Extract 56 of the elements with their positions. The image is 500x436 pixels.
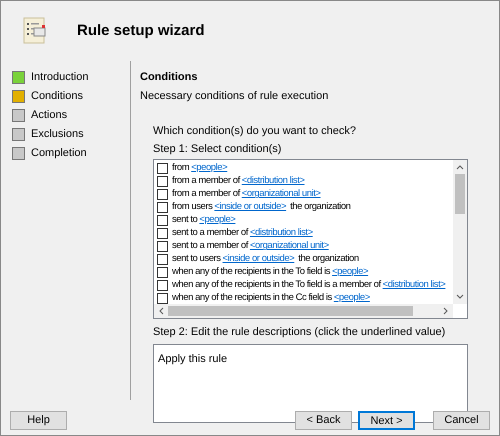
condition-link[interactable]: <people>	[332, 265, 368, 280]
section-title: Conditions	[140, 70, 198, 85]
condition-link[interactable]: <people>	[199, 213, 236, 228]
condition-link[interactable]: <organizational unit>	[242, 187, 321, 202]
checkbox[interactable]	[157, 280, 168, 291]
condition-link[interactable]: <distribution list>	[242, 174, 305, 189]
vertical-scrollbar[interactable]	[453, 160, 467, 304]
cancel-button[interactable]: Cancel	[433, 410, 490, 430]
condition-text: when any of the recipients in the To field is	[172, 265, 330, 280]
checkbox[interactable]	[157, 163, 168, 174]
condition-link[interactable]: <organizational unit>	[250, 239, 329, 254]
checkbox[interactable]	[157, 228, 168, 239]
checkbox[interactable]	[157, 293, 168, 304]
checkbox[interactable]	[157, 267, 168, 278]
condition-text: the organization	[298, 252, 359, 266]
step-label: Step 1: Select condition(s)	[153, 142, 282, 156]
step-item: Introduction	[31, 70, 88, 85]
window-title: Rule setup wizard	[77, 20, 205, 41]
condition-text: sent to users	[172, 252, 221, 266]
checkbox[interactable]	[157, 176, 168, 187]
scrollbar-thumb[interactable]	[168, 306, 413, 316]
step-label: Step 2: Edit the rule descriptions (click the underlined value)	[153, 325, 446, 340]
checkbox[interactable]	[157, 254, 168, 265]
condition-text: sent to	[172, 213, 198, 228]
condition-link[interactable]: <people>	[191, 161, 228, 176]
condition-text: sent to a member of	[172, 239, 248, 254]
condition-text: the organization	[290, 200, 351, 214]
condition-link[interactable]: <distribution list>	[382, 278, 446, 293]
checkbox[interactable]	[157, 215, 168, 226]
step-item: Actions	[31, 108, 68, 123]
condition-link[interactable]: <inside or outside>	[214, 200, 286, 215]
checkbox[interactable]	[157, 202, 168, 213]
scrollbar-thumb[interactable]	[455, 174, 465, 214]
help-button[interactable]: Help	[10, 410, 67, 430]
step-item: Exclusions	[31, 126, 84, 142]
step-item: Conditions	[31, 88, 83, 104]
condition-text: from users	[172, 200, 212, 214]
rule-document-icon	[23, 17, 47, 45]
step-item: Completion	[31, 146, 87, 161]
checkbox[interactable]	[157, 189, 168, 200]
description-text: Apply this rule	[158, 352, 228, 364]
section-subtitle: Necessary conditions of rule execution	[140, 88, 330, 104]
condition-text: sent to a member of	[172, 226, 248, 240]
condition-link[interactable]: <inside or outside>	[222, 252, 294, 267]
condition-text: from a member of	[172, 187, 240, 202]
condition-text: when any of the recipients in the Cc field is	[172, 291, 332, 304]
nav-button[interactable]: < Back	[295, 410, 352, 430]
condition-text: from	[172, 161, 190, 176]
horizontal-scrollbar[interactable]	[154, 304, 453, 318]
condition-link[interactable]: <people>	[334, 291, 370, 304]
question-text: Which condition(s) do you want to check?	[153, 124, 357, 139]
condition-link[interactable]: <distribution list>	[250, 226, 313, 241]
condition-text: when any of the recipients in the To field is a member of	[172, 278, 381, 292]
checkbox[interactable]	[157, 241, 168, 252]
condition-text: from a member of	[172, 174, 240, 188]
nav-button[interactable]: Next >	[358, 410, 415, 430]
